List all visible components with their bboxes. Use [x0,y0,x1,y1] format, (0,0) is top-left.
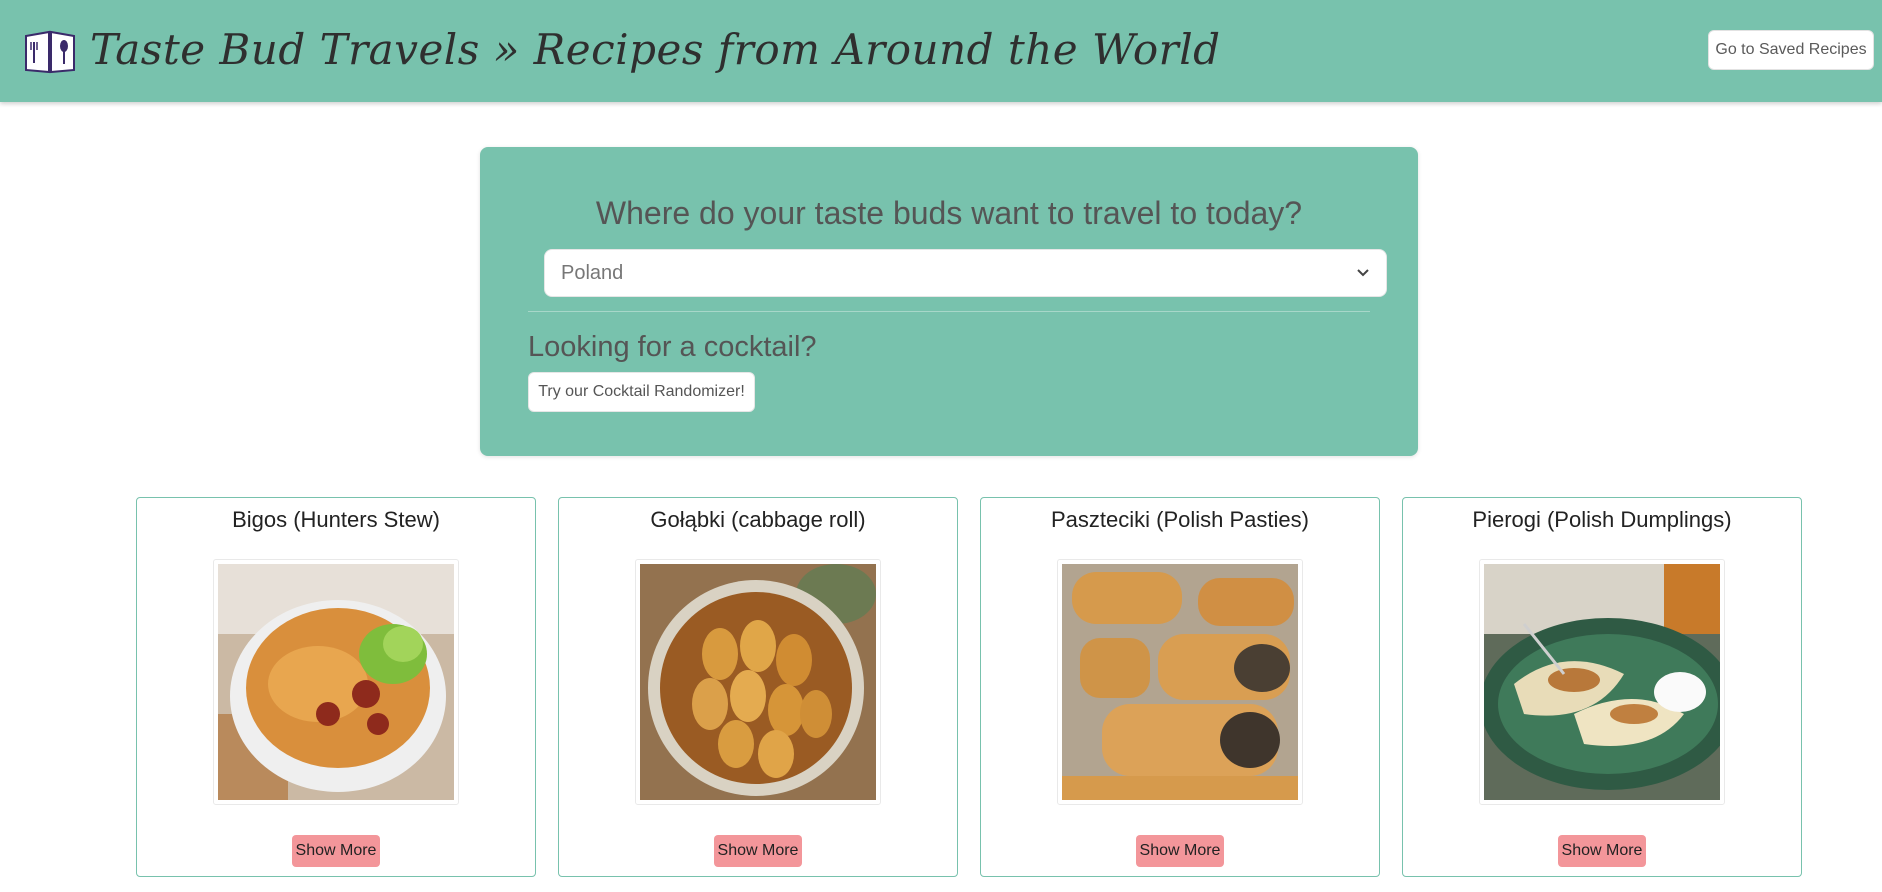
cocktail-heading: Looking for a cocktail? [528,331,817,363]
panel-divider [528,311,1370,312]
search-panel: Where do your taste buds want to travel … [480,147,1418,456]
recipe-book-icon [25,30,75,74]
chevron-down-icon [1357,269,1369,277]
recipe-card-pierogi: Pierogi (Polish Dumplings) Show More [1402,497,1802,877]
paszteciki-photo [1057,559,1303,805]
show-more-button[interactable]: Show More [1136,835,1224,867]
cocktail-randomizer-button[interactable]: Try our Cocktail Randomizer! [528,372,755,412]
country-select-value: Poland [561,262,624,284]
site-header: Taste Bud Travels » Recipes from Around … [0,0,1882,102]
country-select[interactable]: Poland [544,249,1387,297]
show-more-button[interactable]: Show More [1558,835,1646,867]
show-more-button[interactable]: Show More [292,835,380,867]
recipe-title: Pierogi (Polish Dumplings) [1472,507,1732,532]
recipe-title: Bigos (Hunters Stew) [232,507,440,532]
bigos-photo [213,559,459,805]
pierogi-photo [1479,559,1725,805]
recipe-title: Gołąbki (cabbage roll) [650,507,866,532]
recipe-card-bigos: Bigos (Hunters Stew) Show More [136,497,536,877]
golabki-photo [635,559,881,805]
destination-question: Where do your taste buds want to travel … [595,195,1303,231]
show-more-button[interactable]: Show More [714,835,802,867]
recipe-card-paszteciki: Paszteciki (Polish Pasties) Show More [980,497,1380,877]
recipe-title: Paszteciki (Polish Pasties) [1051,507,1309,532]
go-to-saved-recipes-button[interactable]: Go to Saved Recipes [1708,30,1874,70]
site-title: Taste Bud Travels » Recipes from Around … [90,25,1221,74]
recipe-card-golabki: Gołąbki (cabbage roll) Show More [558,497,958,877]
